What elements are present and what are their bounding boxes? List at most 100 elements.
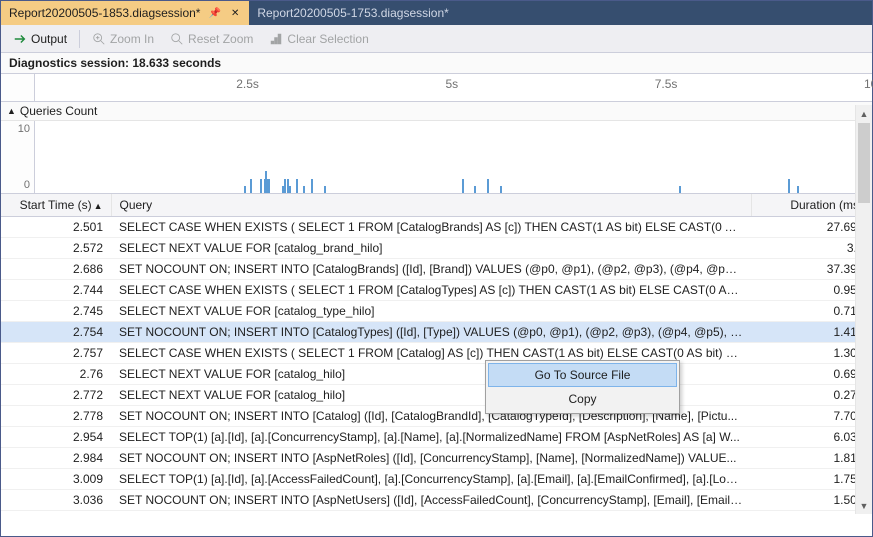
collapse-icon[interactable]: ▲ xyxy=(7,106,16,116)
table-row[interactable]: 2.984SET NOCOUNT ON; INSERT INTO [AspNet… xyxy=(1,448,872,469)
cell-query: SELECT TOP(1) [a].[Id], [a].[AccessFaile… xyxy=(111,469,752,490)
context-copy[interactable]: Copy xyxy=(488,387,677,411)
timeline-ticks: 2.5s 5s 7.5s 10s xyxy=(35,74,872,101)
table-row[interactable]: 2.754SET NOCOUNT ON; INSERT INTO [Catalo… xyxy=(1,322,872,343)
clear-selection-icon xyxy=(269,32,283,46)
table-row[interactable]: 3.036SET NOCOUNT ON; INSERT INTO [AspNet… xyxy=(1,490,872,511)
cell-start-time: 2.745 xyxy=(1,301,111,322)
cell-start-time: 2.757 xyxy=(1,343,111,364)
chart-bar xyxy=(788,179,790,193)
timeline-tick-label: 5s xyxy=(446,77,459,91)
query-table: Start Time (s)▲ Query Duration (ms) 2.50… xyxy=(1,194,872,511)
arrow-right-icon xyxy=(13,32,27,46)
cell-start-time: 2.686 xyxy=(1,259,111,280)
cell-start-time: 3.009 xyxy=(1,469,111,490)
cell-duration: 3.5 xyxy=(752,238,872,259)
toolbar: Output Zoom In Reset Zoom Clear Selectio… xyxy=(1,25,872,53)
timeline-tick-label: 10s xyxy=(864,77,873,91)
chart-title-bar[interactable]: ▲ Queries Count xyxy=(1,102,872,121)
cell-duration: 6.036 xyxy=(752,427,872,448)
cell-start-time: 2.754 xyxy=(1,322,111,343)
cell-query: SELECT TOP(1) [a].[Id], [a].[Concurrency… xyxy=(111,427,752,448)
scroll-down-icon[interactable]: ▼ xyxy=(856,497,872,514)
scrollbar-thumb[interactable] xyxy=(858,123,870,203)
output-label: Output xyxy=(31,32,67,46)
session-header: Diagnostics session: 18.633 seconds xyxy=(1,53,872,74)
query-table-body: 2.501SELECT CASE WHEN EXISTS ( SELECT 1 … xyxy=(1,217,872,511)
timeline-tick-label: 7.5s xyxy=(655,77,678,91)
chart-bar xyxy=(289,186,291,193)
cell-query: SET NOCOUNT ON; INSERT INTO [AspNetUsers… xyxy=(111,490,752,511)
col-duration-label: Duration (ms) xyxy=(790,198,863,212)
chart-bar xyxy=(797,186,799,193)
table-row[interactable]: 3.009SELECT TOP(1) [a].[Id], [a].[Access… xyxy=(1,469,872,490)
cell-query: SET NOCOUNT ON; INSERT INTO [AspNetRoles… xyxy=(111,448,752,469)
cell-start-time: 3.036 xyxy=(1,490,111,511)
scroll-up-icon[interactable]: ▲ xyxy=(856,105,872,122)
table-row[interactable]: 2.954SELECT TOP(1) [a].[Id], [a].[Concur… xyxy=(1,427,872,448)
table-row[interactable]: 2.76SELECT NEXT VALUE FOR [catalog_hilo]… xyxy=(1,364,872,385)
tab-inactive[interactable]: Report20200505-1753.diagsession* xyxy=(249,1,456,25)
close-icon[interactable]: ✕ xyxy=(229,8,241,19)
cell-query: SET NOCOUNT ON; INSERT INTO [CatalogType… xyxy=(111,322,752,343)
timeline-tick-label: 2.5s xyxy=(236,77,259,91)
context-go-to-source[interactable]: Go To Source File xyxy=(488,363,677,387)
col-query-label: Query xyxy=(120,198,153,212)
zoom-in-label: Zoom In xyxy=(110,32,154,46)
chart-bar xyxy=(500,186,502,193)
cell-start-time: 2.778 xyxy=(1,406,111,427)
timeline-ruler[interactable]: 2.5s 5s 7.5s 10s xyxy=(1,74,872,102)
cell-duration: 1.754 xyxy=(752,469,872,490)
cell-duration: 7.701 xyxy=(752,406,872,427)
cell-start-time: 2.984 xyxy=(1,448,111,469)
table-row[interactable]: 2.744SELECT CASE WHEN EXISTS ( SELECT 1 … xyxy=(1,280,872,301)
cell-start-time: 2.76 xyxy=(1,364,111,385)
col-start-time[interactable]: Start Time (s)▲ xyxy=(1,194,111,217)
chart-plot-area[interactable] xyxy=(35,121,872,193)
zoom-in-icon xyxy=(92,32,106,46)
table-row[interactable]: 2.501SELECT CASE WHEN EXISTS ( SELECT 1 … xyxy=(1,217,872,238)
context-menu: Go To Source File Copy xyxy=(485,360,680,414)
table-row[interactable]: 2.745SELECT NEXT VALUE FOR [catalog_type… xyxy=(1,301,872,322)
chart-bar xyxy=(462,179,464,193)
cell-query: SET NOCOUNT ON; INSERT INTO [CatalogBran… xyxy=(111,259,752,280)
cell-start-time: 2.772 xyxy=(1,385,111,406)
chart-bar xyxy=(303,186,305,193)
chart-section: ▲ Queries Count 10 0 xyxy=(1,102,872,194)
cell-duration: 37.395 xyxy=(752,259,872,280)
chart-bar xyxy=(268,179,270,193)
session-prefix: Diagnostics session: xyxy=(9,56,132,70)
cell-query: SELECT CASE WHEN EXISTS ( SELECT 1 FROM … xyxy=(111,280,752,301)
cell-duration: 0.953 xyxy=(752,280,872,301)
tab-active[interactable]: Report20200505-1853.diagsession* 📌 ✕ xyxy=(1,1,249,25)
chart-bar xyxy=(474,186,476,193)
cell-start-time: 2.954 xyxy=(1,427,111,448)
zoom-in-button: Zoom In xyxy=(86,30,160,48)
sort-asc-icon: ▲ xyxy=(94,201,103,211)
clear-selection-label: Clear Selection xyxy=(287,32,368,46)
col-query[interactable]: Query xyxy=(111,194,752,217)
tab-strip: Report20200505-1853.diagsession* 📌 ✕ Rep… xyxy=(1,1,872,25)
chart-bar xyxy=(260,179,262,193)
query-table-wrap: Start Time (s)▲ Query Duration (ms) 2.50… xyxy=(1,194,872,514)
cell-duration: 1.818 xyxy=(752,448,872,469)
output-button[interactable]: Output xyxy=(7,30,73,48)
table-row[interactable]: 2.778SET NOCOUNT ON; INSERT INTO [Catalo… xyxy=(1,406,872,427)
col-duration[interactable]: Duration (ms) xyxy=(752,194,872,217)
cell-query: SELECT CASE WHEN EXISTS ( SELECT 1 FROM … xyxy=(111,217,752,238)
table-row[interactable]: 2.686SET NOCOUNT ON; INSERT INTO [Catalo… xyxy=(1,259,872,280)
table-row[interactable]: 2.757SELECT CASE WHEN EXISTS ( SELECT 1 … xyxy=(1,343,872,364)
cell-start-time: 2.744 xyxy=(1,280,111,301)
cell-duration: 1.303 xyxy=(752,343,872,364)
vertical-scrollbar[interactable]: ▲ ▼ xyxy=(855,105,872,514)
cell-start-time: 2.572 xyxy=(1,238,111,259)
cell-duration: 0.696 xyxy=(752,364,872,385)
table-row[interactable]: 2.772SELECT NEXT VALUE FOR [catalog_hilo… xyxy=(1,385,872,406)
pin-icon[interactable]: 📌 xyxy=(206,8,222,19)
tab-label: Report20200505-1753.diagsession* xyxy=(257,6,448,20)
cell-query: SELECT NEXT VALUE FOR [catalog_type_hilo… xyxy=(111,301,752,322)
table-row[interactable]: 2.572SELECT NEXT VALUE FOR [catalog_bran… xyxy=(1,238,872,259)
chart-title-text: Queries Count xyxy=(20,104,97,118)
reset-zoom-label: Reset Zoom xyxy=(188,32,253,46)
col-start-time-label: Start Time (s) xyxy=(20,198,92,212)
